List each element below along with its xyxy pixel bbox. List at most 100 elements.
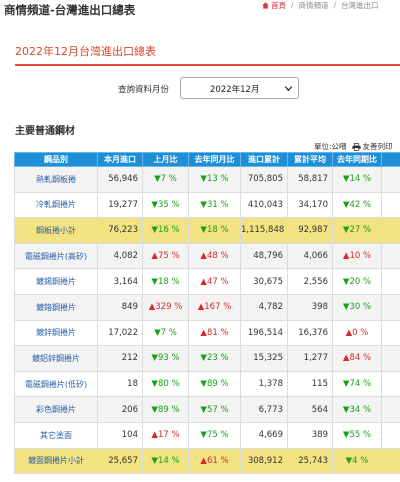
cumulative-import-cell: 1,115,848 [240,217,288,244]
cumulative-import-cell-value: 705,805 [247,174,283,185]
category-cell-value: 電磁鋼捲片(高矽) [24,251,88,261]
monthly-import-cell-value: 206 [121,404,138,415]
cumulative-average-cell-value: 1,277 [303,353,328,364]
category-cell[interactable]: 其它塗面 [14,421,98,449]
breadcrumb-separator: / [291,1,294,10]
cumulative-yoy-cell-value: 0 % [352,327,369,338]
cumulative-yoy-cell-value: 20 % [349,276,372,287]
category-cell[interactable]: 鍍面鋼捲片小計 [14,447,98,475]
monthly-import-cell-value: 18 [127,379,138,390]
table-toolbar: 單位:公噸 友善列印 [314,141,393,152]
cumulative-average-cell-value: 564 [311,404,328,415]
monthly-import-cell: 25,657 [97,447,143,475]
yoy-change-cell: ▲61 % [188,447,241,475]
category-cell[interactable]: 鋼板捲小計 [14,217,98,244]
cumulative-import-cell-value: 410,043 [247,199,283,210]
cumulative-yoy-cell: ▼27 % [332,217,382,244]
cumulative-import-cell: 48,796 [240,242,288,270]
yoy-change-cell-value: 89 % [206,379,229,390]
cumulative-yoy-cell: ▲0 % [332,319,382,347]
category-cell-value: 鍍鉻鋼捲片 [36,302,76,312]
column-header[interactable]: 本月進口 [97,152,143,167]
cumulative-import-cell-value: 196,514 [247,327,283,338]
category-cell-value: 鍍鋅鋼捲片 [36,328,76,338]
category-cell[interactable]: 電磁鋼捲片(高矽) [14,242,98,270]
column-header[interactable]: 去年同期比 [332,152,382,167]
cumulative-average-cell: 92,987 [287,217,333,244]
extra-column-cell [381,370,400,398]
cumulative-average-cell: 16,376 [287,319,333,347]
yoy-change-cell-value: 31 % [206,199,229,210]
category-cell[interactable]: 鍍鉻鋼捲片 [14,293,98,321]
mom-change-cell-value: 329 % [155,302,183,313]
extra-column-cell [381,396,400,423]
cumulative-yoy-cell-value: 4 % [352,455,369,466]
steel-import-table: 鋼品別 本月進口 上月比 去年同月比 進口累計 累計平均 去年同期比 本 熱軋鋼… [14,152,400,475]
mom-change-cell-value: 93 % [157,353,180,364]
yoy-change-cell-value: 13 % [206,174,229,185]
mom-change-cell: ▲75 % [142,242,189,270]
column-header[interactable]: 累計平均 [287,152,333,167]
yoy-change-cell: ▲48 % [188,242,241,270]
cumulative-average-cell-value: 115 [311,379,328,390]
breadcrumb-home-link[interactable]: 首頁 [262,0,286,11]
steel-import-table-container[interactable]: 鋼品別 本月進口 上月比 去年同月比 進口累計 累計平均 去年同期比 本 熱軋鋼… [14,152,400,482]
category-cell[interactable]: 熱軋鋼板捲 [14,166,98,193]
column-header[interactable]: 鋼品別 [14,152,98,167]
home-icon [262,2,269,9]
monthly-import-cell-value: 17,022 [108,327,138,338]
breadcrumb-link-channel[interactable]: 商情頻道 [299,0,329,11]
category-cell-value: 鍍鋁鋅鋼捲片 [32,353,80,363]
monthly-import-cell: 212 [97,345,143,372]
category-cell-value: 其它塗面 [40,430,72,440]
table-row: 鍍錫鋼捲片 3,164 ▼18 % ▲47 % 30,675 2,556 ▼20 % [14,268,400,295]
cumulative-average-cell: 4,066 [287,242,333,270]
monthly-import-cell-value: 4,082 [113,251,138,262]
category-cell[interactable]: 鍍鋅鋼捲片 [14,319,98,347]
cumulative-import-cell: 6,773 [240,396,288,423]
cumulative-import-cell-value: 30,675 [253,276,283,287]
breadcrumb: 首頁 / 商情頻道 / 台灣進出口 [262,0,379,11]
table-row: 鍍鋅鋼捲片 17,022 ▼7 % ▲81 % 196,514 16,376 ▲0 % [14,319,400,347]
cumulative-yoy-cell: ▲84 % [332,345,382,372]
column-header[interactable]: 上月比 [142,152,189,167]
table-row: 其它塗面 104 ▲17 % ▼75 % 4,669 389 ▼55 % [14,421,400,449]
mom-change-cell-value: 89 % [157,404,180,415]
top-bar: 商情頻道-台灣進出口總表 首頁 / 商情頻道 / 台灣進出口 [0,0,400,22]
yoy-change-cell: ▼13 % [188,166,241,193]
cumulative-average-cell-value: 398 [311,302,328,313]
monthly-import-cell: 206 [97,396,143,423]
cumulative-average-cell-value: 58,817 [298,174,328,185]
subtotal-row: 鋼板捲小計 76,223 ▼16 % ▼18 % 1,115,848 92,987 ▼27 … [14,217,400,244]
print-button[interactable]: 友善列印 [351,141,393,152]
cumulative-average-cell: 389 [287,421,333,449]
cumulative-average-cell: 398 [287,293,333,321]
cumulative-average-cell: 58,817 [287,166,333,193]
yoy-change-cell-value: 167 % [204,302,232,313]
category-cell[interactable]: 鍍鋁鋅鋼捲片 [14,345,98,372]
chevron-down-icon [284,86,293,92]
yoy-change-cell: ▲167 % [188,293,241,321]
table-header-row: 鋼品別 本月進口 上月比 去年同月比 進口累計 累計平均 去年同期比 本 [14,152,400,167]
column-header[interactable]: 去年同月比 [188,152,241,167]
category-cell[interactable]: 冷軋鋼捲片 [14,191,98,219]
cumulative-average-cell: 2,556 [287,268,333,295]
month-select-value: 2022年12月 [210,85,260,95]
cumulative-import-cell-value: 1,378 [258,379,283,390]
column-header[interactable]: 進口累計 [240,152,288,167]
table-row: 電磁鋼捲片(低矽) 18 ▼80 % ▼89 % 1,378 115 ▼74 % [14,370,400,398]
yoy-change-cell-value: 81 % [206,327,229,338]
category-cell[interactable]: 彩色鋼捲片 [14,396,98,423]
mom-change-cell: ▼89 % [142,396,189,423]
category-cell[interactable]: 電磁鋼捲片(低矽) [14,370,98,398]
mom-change-cell: ▼7 % [142,166,189,193]
cumulative-average-cell-value: 25,743 [298,455,328,466]
table-body: 熱軋鋼板捲56,946▼7 %▼13 %705,80558,817▼14 %32… [14,166,400,475]
cumulative-import-cell: 4,669 [240,421,288,449]
mom-change-cell: ▲17 % [142,421,189,449]
column-header[interactable]: 本 [381,152,400,167]
month-select[interactable]: 2022年12月 [180,77,299,99]
category-cell[interactable]: 鍍錫鋼捲片 [14,268,98,295]
mom-change-cell-value: 18 % [157,276,180,287]
monthly-import-cell: 19,277 [97,191,143,219]
